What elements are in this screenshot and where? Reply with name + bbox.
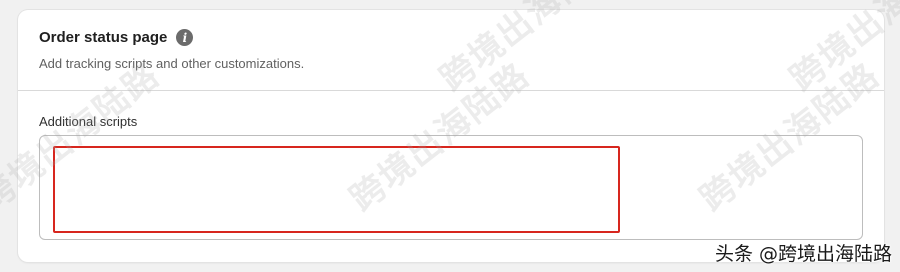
section-title: Order status page <box>39 29 168 46</box>
divider <box>18 90 884 91</box>
info-icon[interactable]: i <box>176 29 194 46</box>
additional-scripts-textarea[interactable] <box>39 135 863 240</box>
section-subtitle: Add tracking scripts and other customiza… <box>39 56 305 71</box>
card-header: Order status page i Add tracking scripts… <box>18 10 884 91</box>
order-status-card: Order status page i Add tracking scripts… <box>18 10 884 262</box>
title-row: Order status page i <box>39 29 194 46</box>
additional-scripts-label: Additional scripts <box>39 114 138 129</box>
